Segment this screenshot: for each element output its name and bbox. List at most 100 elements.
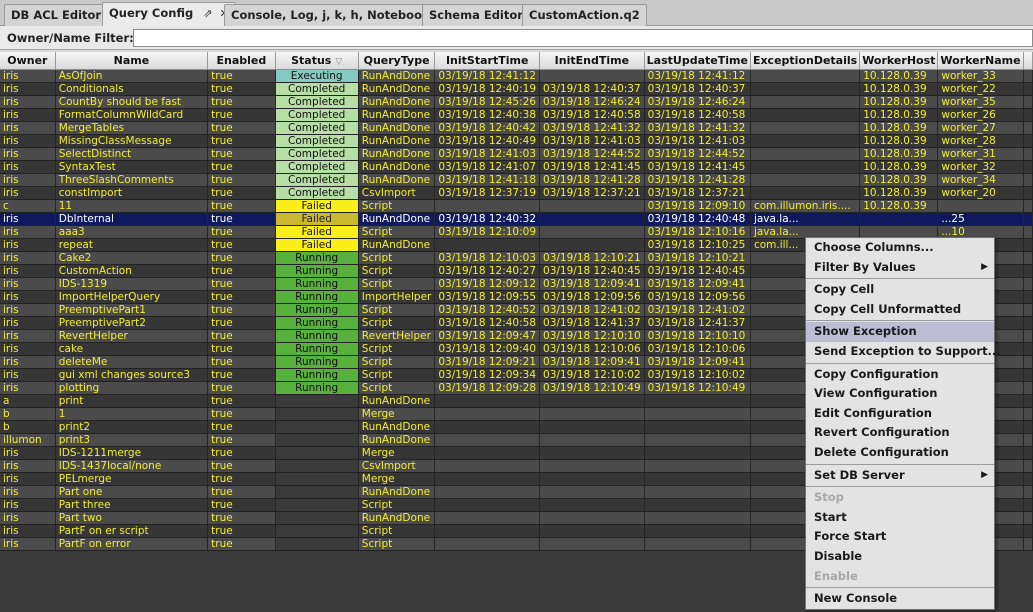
enabled-cell[interactable]: true bbox=[207, 355, 276, 369]
status-cell[interactable]: Completed bbox=[275, 147, 359, 161]
name-cell[interactable]: print bbox=[55, 394, 209, 408]
initstarttime-cell[interactable]: 03/19/18 12:10:03 bbox=[434, 251, 541, 265]
querytype-cell[interactable]: RunAndDone bbox=[358, 212, 436, 226]
querytype-cell[interactable]: Script bbox=[358, 199, 436, 213]
workername-cell[interactable]: ...25 bbox=[937, 212, 1024, 226]
initendtime-cell[interactable] bbox=[539, 69, 645, 83]
enabled-cell[interactable]: true bbox=[207, 186, 276, 200]
name-cell[interactable]: RevertHelper bbox=[55, 329, 209, 343]
initstarttime-cell[interactable]: 03/19/18 12:41:12 bbox=[434, 69, 541, 83]
querytype-cell[interactable]: Script bbox=[358, 264, 436, 278]
name-cell[interactable]: print3 bbox=[55, 433, 209, 447]
enabled-cell[interactable]: true bbox=[207, 459, 276, 473]
status-cell[interactable]: Completed bbox=[275, 160, 359, 174]
name-cell[interactable]: ImportHelperQuery bbox=[55, 290, 209, 304]
owner-cell[interactable]: iris bbox=[0, 95, 56, 109]
table-row[interactable]: c 11 true Failed Script 03/19/18 12:09:10 com.… bbox=[0, 199, 1033, 213]
name-cell[interactable]: IDS-1319 bbox=[55, 277, 209, 291]
lastupdatetime-cell[interactable] bbox=[644, 446, 751, 460]
lastupdatetime-cell[interactable]: 03/19/18 12:40:48 bbox=[644, 212, 751, 226]
table-row[interactable]: iris SelectDistinct true Completed RunAndDon… bbox=[0, 147, 1033, 161]
enabled-cell[interactable]: true bbox=[207, 524, 276, 538]
initstarttime-cell[interactable] bbox=[434, 537, 541, 551]
enabled-cell[interactable]: true bbox=[207, 511, 276, 525]
name-cell[interactable]: gui xml changes source3 bbox=[55, 368, 209, 382]
owner-cell[interactable]: iris bbox=[0, 316, 56, 330]
enabled-cell[interactable]: true bbox=[207, 69, 276, 83]
lastupdatetime-cell[interactable] bbox=[644, 524, 751, 538]
enabled-cell[interactable]: true bbox=[207, 537, 276, 551]
querytype-cell[interactable]: Script bbox=[358, 342, 436, 356]
status-cell[interactable]: Running bbox=[275, 251, 359, 265]
initstarttime-cell[interactable] bbox=[434, 199, 541, 213]
initendtime-cell[interactable] bbox=[539, 485, 645, 499]
initendtime-cell[interactable]: 03/19/18 12:44:52 bbox=[539, 147, 645, 161]
lastupdatetime-cell[interactable] bbox=[644, 537, 751, 551]
querytype-cell[interactable]: Merge bbox=[358, 407, 436, 421]
enabled-cell[interactable]: true bbox=[207, 381, 276, 395]
enabled-cell[interactable]: true bbox=[207, 160, 276, 174]
initendtime-cell[interactable]: 03/19/18 12:41:03 bbox=[539, 134, 645, 148]
querytype-cell[interactable]: RunAndDone bbox=[358, 433, 436, 447]
initstarttime-cell[interactable] bbox=[434, 407, 541, 421]
column-header-enabled[interactable]: Enabled bbox=[207, 52, 276, 70]
initstarttime-cell[interactable]: 03/19/18 12:40:58 bbox=[434, 316, 541, 330]
name-cell[interactable]: plotting bbox=[55, 381, 209, 395]
workername-cell[interactable]: worker_20 bbox=[937, 186, 1024, 200]
enabled-cell[interactable]: true bbox=[207, 368, 276, 382]
lastupdatetime-cell[interactable]: 03/19/18 12:10:06 bbox=[644, 342, 751, 356]
menu-item-set-db-server[interactable]: Set DB Server ▶ bbox=[806, 466, 994, 486]
owner-cell[interactable]: iris bbox=[0, 147, 56, 161]
enabled-cell[interactable]: true bbox=[207, 498, 276, 512]
enabled-cell[interactable]: true bbox=[207, 95, 276, 109]
initendtime-cell[interactable]: 03/19/18 12:37:21 bbox=[539, 186, 645, 200]
status-cell[interactable] bbox=[275, 407, 359, 421]
exceptiondetails-cell[interactable] bbox=[750, 147, 861, 161]
initendtime-cell[interactable]: 03/19/18 12:41:45 bbox=[539, 160, 645, 174]
initstarttime-cell[interactable] bbox=[434, 524, 541, 538]
name-cell[interactable]: IDS-1211merge bbox=[55, 446, 209, 460]
lastupdatetime-cell[interactable] bbox=[644, 459, 751, 473]
workerhost-cell[interactable]: 10.128.0.39 bbox=[859, 199, 939, 213]
enabled-cell[interactable]: true bbox=[207, 342, 276, 356]
name-cell[interactable]: ThreeSlashComments bbox=[55, 173, 209, 187]
column-header-lastupdatetime[interactable]: LastUpdateTime bbox=[644, 52, 751, 70]
owner-cell[interactable]: iris bbox=[0, 342, 56, 356]
enabled-cell[interactable]: true bbox=[207, 316, 276, 330]
name-cell[interactable]: FormatColumnWildCard bbox=[55, 108, 209, 122]
workerhost-cell[interactable]: 10.128.0.39 bbox=[859, 147, 939, 161]
initstarttime-cell[interactable]: 03/19/18 12:41:18 bbox=[434, 173, 541, 187]
column-header-name[interactable]: Name bbox=[55, 52, 209, 70]
initstarttime-cell[interactable] bbox=[434, 498, 541, 512]
tab-console-log[interactable]: Console, Log, j, k, h, Notebook 1 bbox=[224, 4, 449, 26]
owner-cell[interactable]: iris bbox=[0, 173, 56, 187]
owner-cell[interactable]: iris bbox=[0, 134, 56, 148]
querytype-cell[interactable]: RunAndDone bbox=[358, 160, 436, 174]
owner-cell[interactable]: iris bbox=[0, 368, 56, 382]
exceptiondetails-cell[interactable] bbox=[750, 134, 861, 148]
name-cell[interactable]: AsOfJoin bbox=[55, 69, 209, 83]
workername-cell[interactable] bbox=[937, 199, 1024, 213]
status-cell[interactable]: Completed bbox=[275, 82, 359, 96]
lastupdatetime-cell[interactable]: 03/19/18 12:10:10 bbox=[644, 329, 751, 343]
lastupdatetime-cell[interactable]: 03/19/18 12:41:45 bbox=[644, 160, 751, 174]
name-cell[interactable]: MissingClassMessage bbox=[55, 134, 209, 148]
workername-cell[interactable]: worker_31 bbox=[937, 147, 1024, 161]
lastupdatetime-cell[interactable]: 03/19/18 12:41:02 bbox=[644, 303, 751, 317]
querytype-cell[interactable]: RunAndDone bbox=[358, 147, 436, 161]
initendtime-cell[interactable]: 03/19/18 12:41:37 bbox=[539, 316, 645, 330]
status-cell[interactable]: Failed bbox=[275, 238, 359, 252]
tab-schema-editor[interactable]: Schema Editor bbox=[422, 4, 530, 26]
menu-item-disable[interactable]: Disable bbox=[806, 547, 994, 567]
initendtime-cell[interactable] bbox=[539, 459, 645, 473]
workerhost-cell[interactable]: 10.128.0.39 bbox=[859, 108, 939, 122]
initstarttime-cell[interactable]: 03/19/18 12:40:42 bbox=[434, 121, 541, 135]
enabled-cell[interactable]: true bbox=[207, 277, 276, 291]
querytype-cell[interactable]: RunAndDone bbox=[358, 511, 436, 525]
menu-item-filter-by-values[interactable]: Filter By Values ▶ bbox=[806, 258, 994, 278]
workername-cell[interactable]: worker_27 bbox=[937, 121, 1024, 135]
lastupdatetime-cell[interactable] bbox=[644, 485, 751, 499]
enabled-cell[interactable]: true bbox=[207, 121, 276, 135]
querytype-cell[interactable]: ImportHelper bbox=[358, 290, 436, 304]
querytype-cell[interactable]: RunAndDone bbox=[358, 485, 436, 499]
